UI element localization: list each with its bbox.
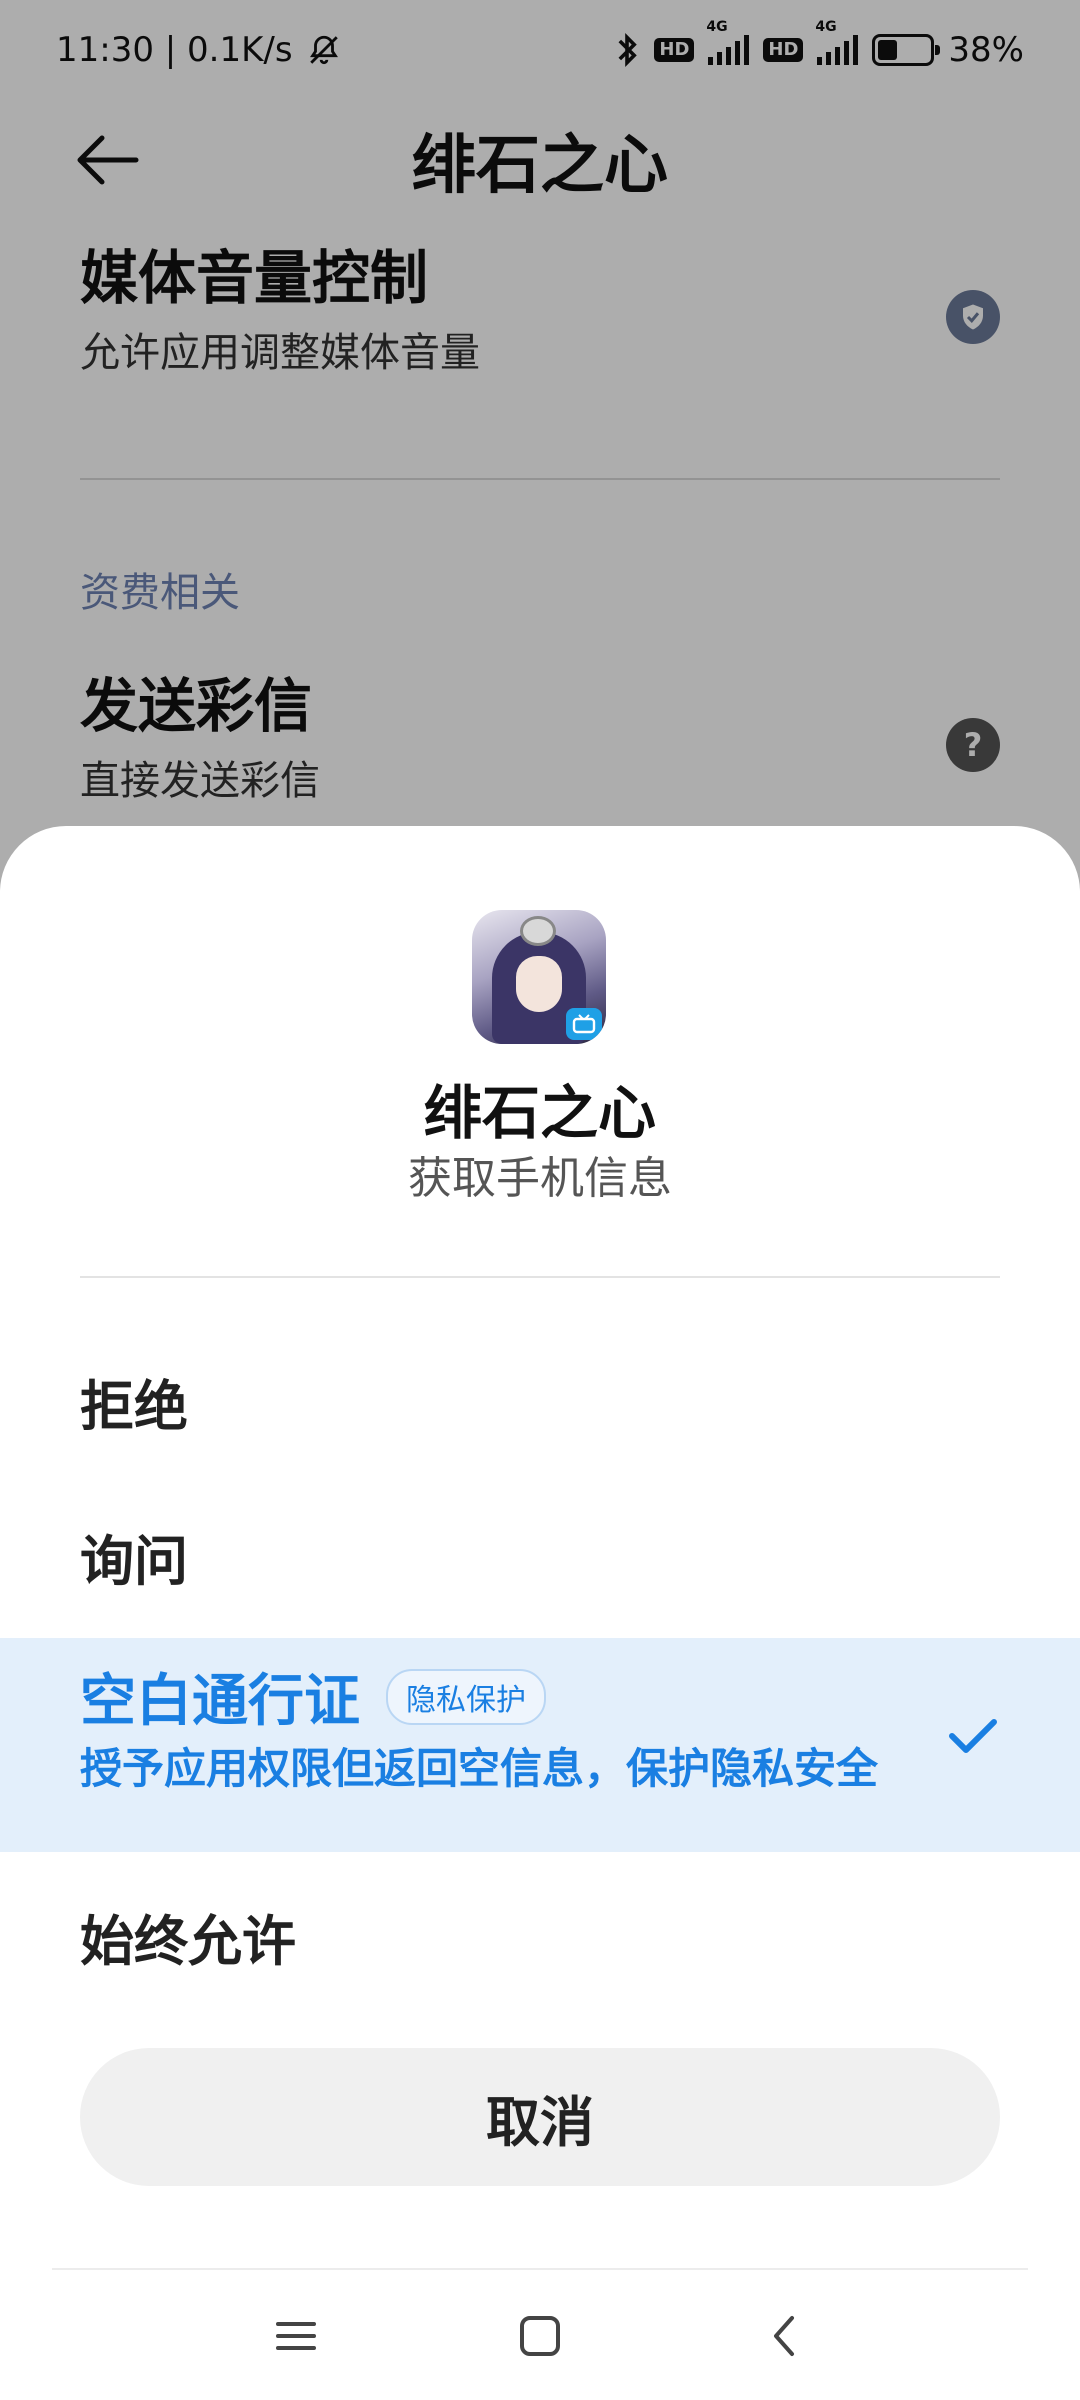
home-icon[interactable]	[510, 2306, 570, 2366]
option-deny[interactable]: 拒绝	[0, 1326, 1080, 1476]
option-description: 授予应用权限但返回空信息，保护隐私安全	[80, 1744, 879, 1793]
cancel-button[interactable]: 取消	[80, 2048, 1000, 2186]
divider	[80, 1276, 1000, 1278]
tv-badge-icon	[566, 1008, 602, 1040]
option-label: 询问	[80, 1529, 188, 1593]
app-name: 绯石之心	[423, 1079, 656, 1147]
option-label: 拒绝	[80, 1374, 188, 1438]
option-always-allow[interactable]: 始终允许	[0, 1856, 1080, 2016]
divider	[52, 2268, 1028, 2270]
checkmark-icon	[949, 1719, 997, 1753]
permission-name: 获取手机信息	[408, 1153, 672, 1204]
navigation-bar	[0, 2272, 1080, 2400]
privacy-tag: 隐私保护	[386, 1668, 546, 1725]
option-ask[interactable]: 询问	[0, 1476, 1080, 1636]
back-nav-icon[interactable]	[756, 2306, 816, 2366]
option-label: 始终允许	[80, 1909, 296, 1973]
option-blank-pass[interactable]: 空白通行证 隐私保护 授予应用权限但返回空信息，保护隐私安全	[0, 1638, 1080, 1852]
app-icon	[472, 910, 606, 1044]
permission-bottom-sheet: 绯石之心 获取手机信息 拒绝 询问 空白通行证 隐私保护 授予应用权限但返回空信…	[0, 826, 1080, 2400]
menu-icon[interactable]	[266, 2306, 326, 2366]
option-label: 空白通行证	[80, 1669, 360, 1734]
